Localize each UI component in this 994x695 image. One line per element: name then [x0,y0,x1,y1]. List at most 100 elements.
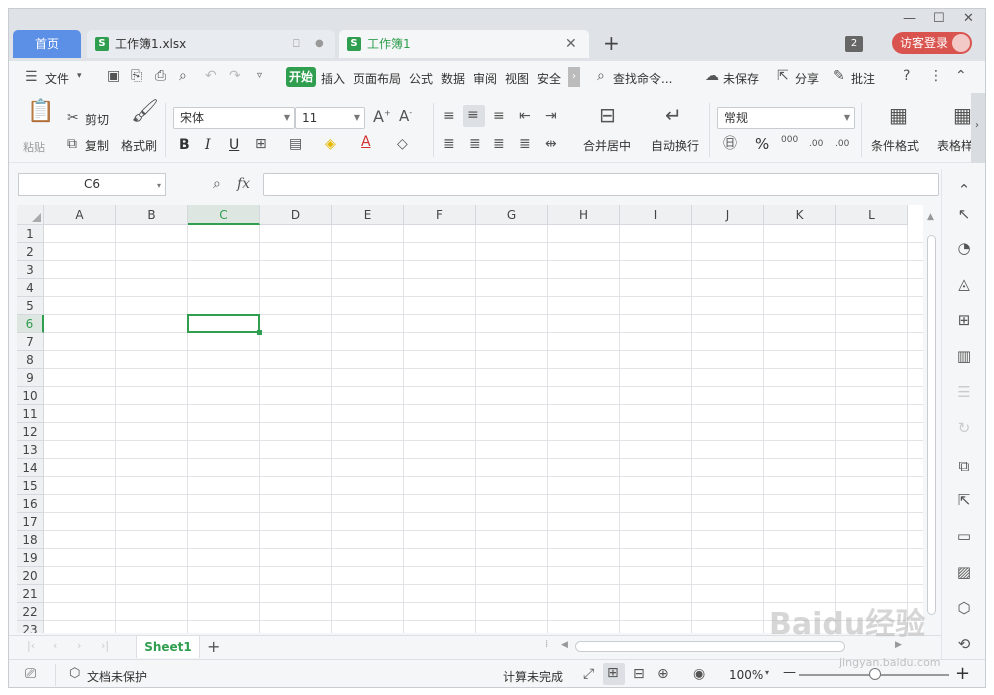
fullscreen-icon[interactable]: ⤢ [583,667,594,681]
row-header[interactable]: 6 [17,315,44,333]
vertical-scroll-thumb[interactable] [927,235,936,615]
scroll-left-icon[interactable]: ◀ [561,641,568,650]
zoom-search-icon[interactable]: ⌕ [213,177,221,191]
spreadsheet-grid[interactable]: A B C D E F G H I J K L 1 2 3 4 5 6 7 8 9 10 11 12 13 14 15 16 17 18 1… [17,205,923,633]
row-header[interactable]: 9 [17,369,44,387]
column-header[interactable]: E [332,205,404,225]
redo-icon[interactable]: ↷ [229,69,241,83]
menu-page-layout[interactable]: 页面布局 [353,70,401,87]
menu-security[interactable]: 安全 [537,70,561,87]
copy-button[interactable]: 复制 [85,137,109,154]
more-icon[interactable]: ▿ [257,71,262,81]
border-icon[interactable]: ⊞ [255,137,267,151]
zoom-level[interactable]: 100% [729,668,763,682]
picture-icon[interactable]: ▨ [955,563,973,581]
undo-icon[interactable]: ↶ [205,69,217,83]
font-color-icon[interactable]: A [361,135,371,149]
format-painter-button[interactable]: 格式刷 [121,137,157,154]
column-header[interactable]: A [44,205,116,225]
bold-button[interactable]: B [179,137,190,153]
menu-review[interactable]: 审阅 [473,70,497,87]
normal-view-icon[interactable]: ⊞ [603,663,625,685]
close-icon[interactable]: ✕ [963,11,974,26]
row-header[interactable]: 22 [17,603,44,621]
row-header[interactable]: 8 [17,351,44,369]
distribute-icon[interactable]: ⇹ [545,137,557,151]
splitter-icon[interactable]: ⁞ [545,640,548,650]
font-size-select[interactable]: 11 ▼ [295,107,365,129]
tab-workbook-active[interactable]: S 工作簿1 ✕ [339,30,589,58]
table-style-icon[interactable]: ▦ [953,105,972,125]
menu-view[interactable]: 视图 [505,70,529,87]
comment-button[interactable]: 批注 [851,70,875,87]
row-header[interactable]: 23 [17,621,44,633]
login-button[interactable]: 访客登录 [892,32,972,54]
print-icon[interactable]: ⎙ [155,69,166,83]
column-header[interactable]: G [476,205,548,225]
conditional-format-button[interactable]: 条件格式 [871,137,919,154]
chevron-down-icon[interactable]: ▾ [765,669,769,677]
paste-button[interactable]: 粘贴 [23,139,45,155]
add-sheet-button[interactable]: + [207,637,220,656]
merge-center-icon[interactable]: ⊟ [599,105,616,125]
fill-color-icon[interactable]: ◈ [325,137,336,151]
protection-status[interactable]: 文档未保护 [87,668,147,685]
command-search[interactable]: 查找命令... [613,70,672,87]
row-header[interactable]: 19 [17,549,44,567]
cut-button[interactable]: 剪切 [85,111,109,128]
zoom-slider-knob[interactable] [869,668,881,680]
save-status[interactable]: 未保存 [723,70,759,87]
indent-decrease-icon[interactable]: ⇤ [519,109,531,123]
apps-icon[interactable]: ⊞ [955,311,973,329]
align-left-icon[interactable]: ≣ [443,137,455,151]
help-icon[interactable]: ? [903,69,910,83]
row-header[interactable]: 20 [17,567,44,585]
select-all-corner[interactable] [17,205,44,225]
table-style-button[interactable]: 表格样 [937,137,973,154]
row-header[interactable]: 21 [17,585,44,603]
column-header[interactable]: L [836,205,908,225]
increase-decimal-button[interactable]: .00 [809,139,823,149]
double-up-icon[interactable]: ⌃ [955,181,973,199]
collapse-ribbon-icon[interactable]: ⌃ [955,69,967,83]
number-format-select[interactable]: 常规 ▼ [717,107,855,129]
read-mode-icon[interactable]: ⊕ [657,667,669,681]
chart-icon[interactable]: ▥ [955,347,973,365]
eye-protect-icon[interactable]: ◉ [693,667,705,681]
font-shrink-icon[interactable]: A- [399,109,412,124]
tab-workbook-xlsx[interactable]: S 工作簿1.xlsx ⎕ ● [87,30,335,58]
export-icon[interactable]: ⎘ [131,69,142,83]
history-icon[interactable]: ⟲ [955,635,973,653]
scroll-up-icon[interactable]: ▲ [927,213,934,222]
font-name-select[interactable]: 宋体 ▼ [173,107,295,129]
column-header[interactable]: F [404,205,476,225]
menu-formulas[interactable]: 公式 [409,70,433,87]
name-box[interactable]: C6 ▾ [18,173,166,196]
format-painter-icon[interactable]: 🖌 [131,101,159,123]
menu-scroll-right[interactable]: › [568,67,580,87]
row-header[interactable]: 12 [17,423,44,441]
eraser-icon[interactable]: ◇ [397,137,408,151]
column-header[interactable]: K [764,205,836,225]
shield-check-icon[interactable]: ⬡ [955,599,973,617]
pin-icon[interactable]: ⎕ [293,30,300,58]
row-header[interactable]: 14 [17,459,44,477]
menu-insert[interactable]: 插入 [321,70,345,87]
kebab-icon[interactable]: ⋮ [929,69,943,83]
fill-style-icon[interactable]: ▤ [289,137,302,151]
align-center-icon[interactable]: ≣ [469,137,481,151]
wrap-text-button[interactable]: 自动换行 [651,137,699,154]
export-share-icon[interactable]: ⇱ [955,491,973,509]
style-icon[interactable]: ◬ [955,275,973,293]
underline-button[interactable]: U [229,137,239,153]
file-menu[interactable]: 文件 [45,70,69,87]
row-header[interactable]: 16 [17,495,44,513]
align-middle-icon[interactable]: ≡ [463,105,485,127]
next-sheet-icon[interactable]: › [77,640,81,651]
minimize-icon[interactable]: — [903,11,916,26]
sheet-mode-icon[interactable]: ⎚ [25,667,36,681]
pointer-icon[interactable]: ↖ [955,205,973,223]
page-break-icon[interactable]: ⊟ [633,667,645,681]
sheet-tab-sheet1[interactable]: Sheet1 [136,636,200,658]
tab-home[interactable]: 首页 [13,30,81,58]
